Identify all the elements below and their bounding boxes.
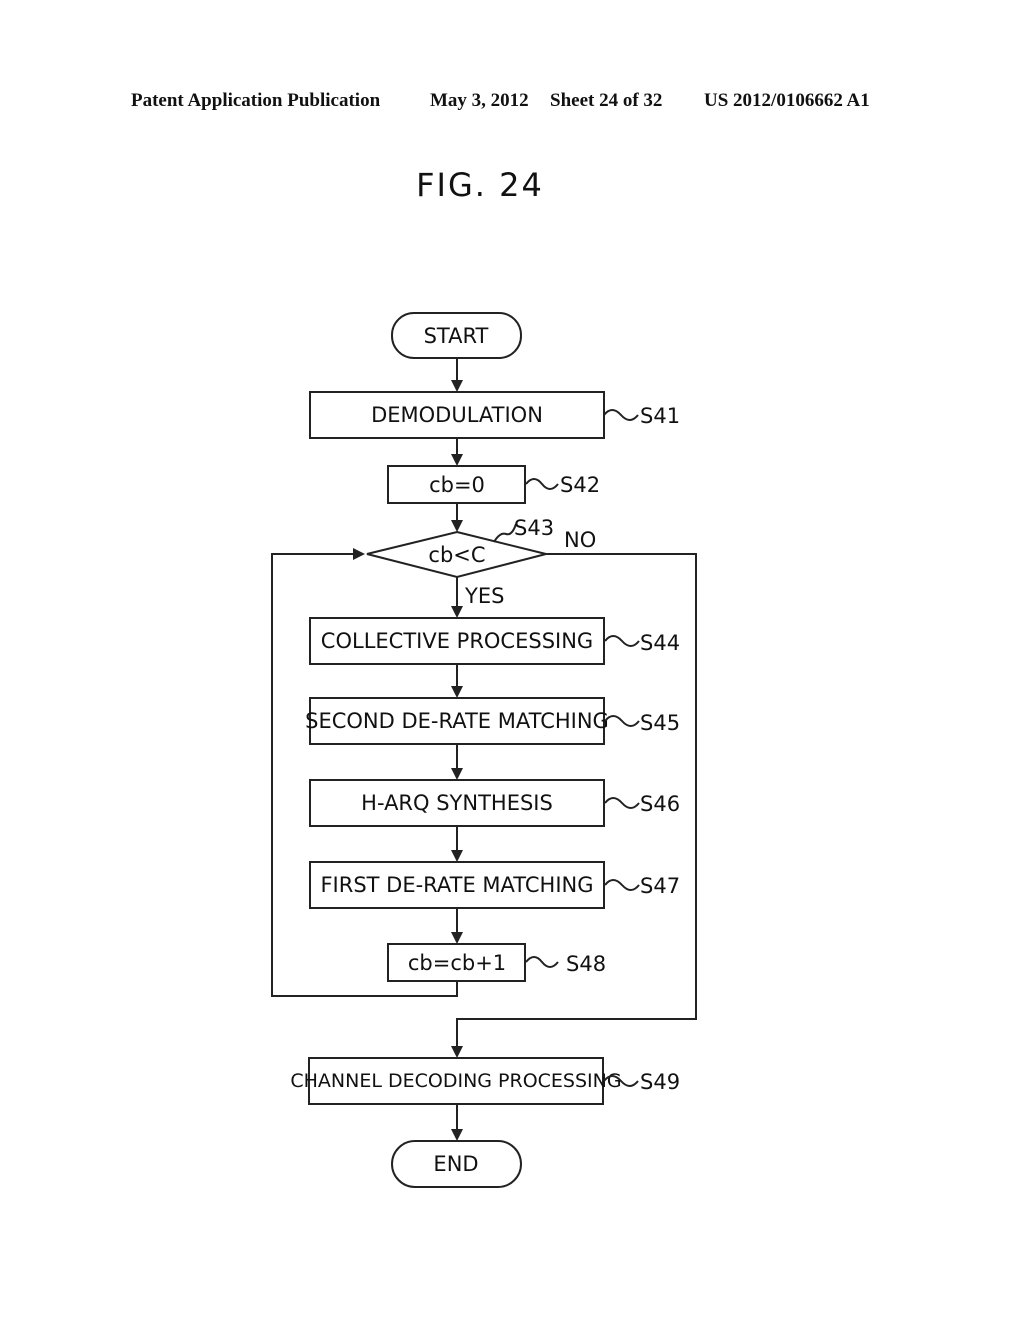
leader-tilde-s48	[525, 956, 559, 968]
arrowhead	[451, 932, 463, 944]
step-id-s49: S49	[640, 1070, 680, 1094]
step-id-s41: S41	[640, 404, 680, 428]
step-text-s43: cb<C	[428, 543, 485, 567]
leader-tilde-s43	[493, 523, 517, 543]
leader-tilde-s45	[604, 715, 640, 727]
leader-tilde-s41	[603, 409, 639, 421]
arrowhead	[451, 768, 463, 780]
start-label: START	[424, 324, 489, 348]
decision-no-label: NO	[564, 528, 596, 552]
arrowhead	[451, 1046, 463, 1058]
step-id-s45: S45	[640, 711, 680, 735]
arrowhead	[353, 548, 365, 560]
step-text-s44: COLLECTIVE PROCESSING	[321, 629, 593, 653]
flowchart: START DEMODULATION S41 cb=0 S42 cb<C S43…	[271, 312, 697, 1188]
step-id-s44: S44	[640, 631, 680, 655]
arrowhead	[451, 850, 463, 862]
arrowhead	[451, 686, 463, 698]
leader-tilde-s42	[525, 478, 559, 490]
end-label: END	[433, 1152, 478, 1176]
step-id-s46: S46	[640, 792, 680, 816]
decision-yes-label: YES	[464, 584, 504, 608]
arrowhead	[451, 520, 463, 532]
leader-tilde-s46	[604, 797, 640, 809]
step-text-s42: cb=0	[429, 473, 485, 497]
step-text-s47: FIRST DE-RATE MATCHING	[320, 873, 593, 897]
step-id-s47: S47	[640, 874, 680, 898]
step-text-s45: SECOND DE-RATE MATCHING	[305, 709, 609, 733]
leader-tilde-s47	[604, 879, 640, 891]
step-text-s48: cb=cb+1	[408, 951, 506, 975]
step-text-s49: CHANNEL DECODING PROCESSING	[290, 1070, 621, 1092]
arrowhead	[451, 606, 463, 618]
step-id-s48: S48	[566, 952, 606, 976]
step-id-s43: S43	[514, 516, 554, 540]
step-text-s41: DEMODULATION	[371, 403, 543, 427]
arrowhead	[451, 1129, 463, 1141]
arrowhead	[451, 454, 463, 466]
step-id-s42: S42	[560, 473, 600, 497]
arrowhead	[451, 380, 463, 392]
leader-tilde-s44	[604, 635, 640, 647]
step-text-s46: H-ARQ SYNTHESIS	[361, 791, 553, 815]
